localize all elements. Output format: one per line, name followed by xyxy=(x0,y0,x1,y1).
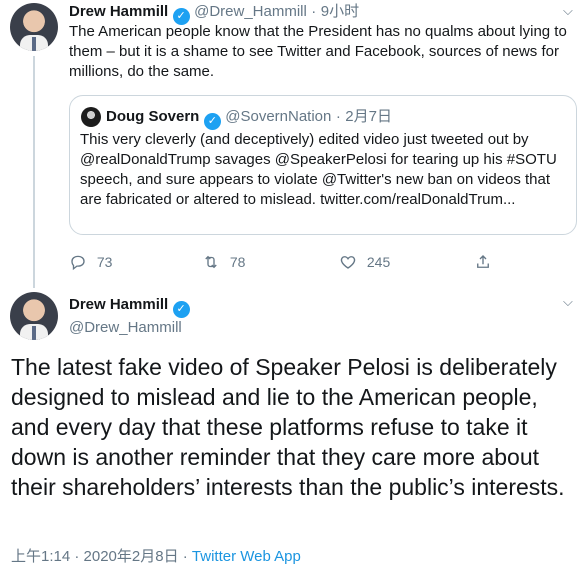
tweet-text-large: The latest fake video of Speaker Pelosi … xyxy=(11,354,565,500)
author-handle[interactable]: @Drew_Hammill xyxy=(69,318,190,338)
reply-icon xyxy=(69,254,91,271)
author-name[interactable]: Drew Hammill xyxy=(69,296,168,313)
avatar[interactable] xyxy=(10,292,58,340)
retweet-icon xyxy=(202,254,224,270)
thread-connector-line xyxy=(33,56,35,288)
verified-badge-icon: ✓ xyxy=(203,113,221,130)
like-count: 245 xyxy=(366,254,391,270)
author-name[interactable]: Drew Hammill xyxy=(69,3,168,20)
more-options-chevron-down-icon[interactable]: ⌵ xyxy=(563,3,573,19)
more-options-chevron-down-icon[interactable]: ⌵ xyxy=(563,294,573,310)
tweet-text: The American people know that the Presid… xyxy=(69,23,567,80)
quoted-tweet-date: 2月7日 xyxy=(345,108,392,125)
author-handle[interactable]: @Drew_Hammill xyxy=(194,3,307,20)
quoted-author-name: Doug Sovern xyxy=(106,108,200,125)
quoted-tweet-header: Doug Sovern ✓ @SovernNation · 2月7日 xyxy=(106,107,392,130)
retweet-count: 78 xyxy=(229,254,246,270)
tweet-author-block: Drew Hammill ✓ @Drew_Hammill xyxy=(69,295,190,338)
quoted-author-handle: @SovernNation xyxy=(225,108,332,125)
quoted-tweet-card[interactable]: Doug Sovern ✓ @SovernNation · 2月7日 This … xyxy=(69,95,577,235)
source-app-link[interactable]: Twitter Web App xyxy=(192,548,301,565)
avatar[interactable] xyxy=(10,3,58,51)
tweet-timestamp[interactable]: 上午1:14 · 2020年2月8日 · xyxy=(11,548,192,565)
reply-count: 73 xyxy=(96,254,113,270)
share-icon xyxy=(474,254,492,270)
tweet-actions-bar: 73 78 245 xyxy=(69,251,509,273)
separator-dot: · xyxy=(311,3,317,20)
reply-button[interactable]: 73 xyxy=(69,252,112,272)
tweet-meta: 上午1:14 · 2020年2月8日 · Twitter Web App xyxy=(11,545,301,566)
quoted-avatar xyxy=(81,107,101,127)
separator-dot: · xyxy=(335,108,341,125)
share-button[interactable] xyxy=(474,252,492,272)
heart-icon xyxy=(339,254,361,270)
tweet-header: Drew Hammill ✓ @Drew_Hammill · 9小时 xyxy=(69,2,359,25)
verified-badge-icon: ✓ xyxy=(172,301,190,318)
retweet-button[interactable]: 78 xyxy=(202,252,245,272)
tweet-time[interactable]: 9小时 xyxy=(321,3,359,20)
quoted-tweet-text: This very cleverly (and deceptively) edi… xyxy=(80,131,557,208)
like-button[interactable]: 245 xyxy=(339,252,390,272)
